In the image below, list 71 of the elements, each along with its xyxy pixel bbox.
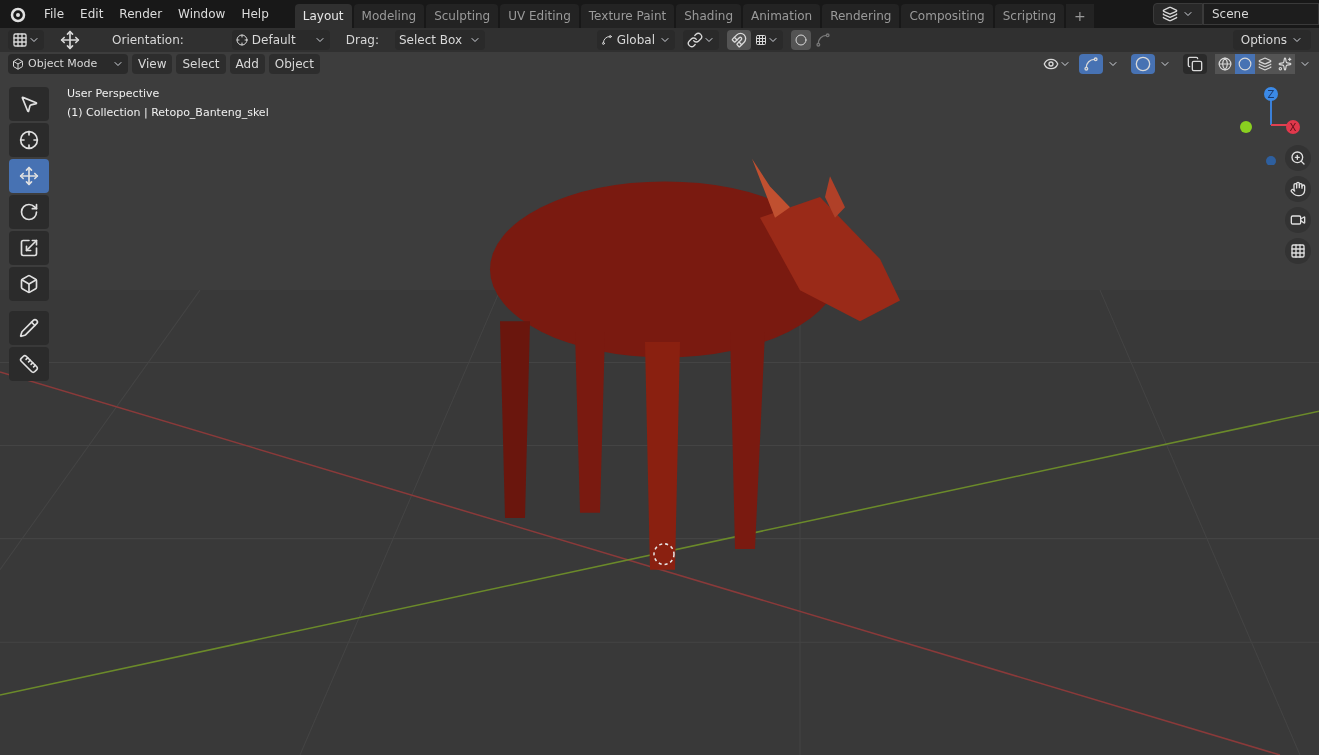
annotate-icon [19, 318, 39, 338]
workspace-tab[interactable]: Rendering [822, 4, 900, 28]
rotate-icon [19, 202, 39, 222]
move-icon [19, 166, 39, 186]
rendered-shading-icon [1278, 57, 1292, 71]
xray-toggle[interactable] [1183, 54, 1207, 74]
menu-item[interactable]: Help [235, 5, 275, 23]
view-name: User Perspective [67, 86, 161, 102]
workspace-tab[interactable]: Texture Paint [580, 4, 675, 28]
move-icon[interactable] [60, 30, 80, 50]
workspace-tab[interactable]: Modeling [353, 4, 425, 28]
workspace-tab[interactable]: Animation [743, 4, 821, 28]
select-icon [19, 94, 39, 114]
options-dropdown[interactable]: Options [1232, 30, 1311, 50]
pivot-icon [235, 34, 248, 46]
cursor-icon [19, 130, 39, 150]
falloff-icon [815, 32, 831, 48]
shading-button[interactable] [1275, 54, 1295, 74]
tool-button[interactable] [9, 123, 49, 157]
workspace-tab[interactable]: Compositing [901, 4, 993, 28]
xray-icon [1187, 56, 1203, 72]
tool-button[interactable] [9, 347, 49, 381]
drag-label: Drag: [345, 32, 379, 49]
orientation-label: Orientation: [112, 32, 184, 49]
workspace-tab[interactable]: Sculpting [426, 4, 499, 28]
header-menu[interactable]: Add [229, 54, 265, 74]
tool-button[interactable] [9, 87, 49, 121]
tool-button[interactable] [9, 311, 49, 345]
link-icon [687, 32, 703, 48]
workspace-tab[interactable]: UV Editing [500, 4, 579, 28]
tool-button[interactable] [9, 195, 49, 229]
solid-shading-icon [1238, 57, 1252, 71]
wireframe-shading-icon [1218, 57, 1232, 71]
shading-button[interactable] [1235, 54, 1255, 74]
object-mode-icon [12, 58, 24, 70]
measure-icon [19, 354, 39, 374]
gizmo-toggle[interactable] [1079, 54, 1103, 74]
orientation-dropdown[interactable]: Default [231, 30, 330, 50]
header-menu[interactable]: Select [176, 54, 226, 74]
scene-icon [1162, 6, 1178, 22]
tool-button[interactable] [9, 231, 49, 265]
menu-item[interactable]: File [38, 5, 71, 23]
add-workspace-button[interactable]: + [1066, 4, 1094, 28]
header-menu[interactable]: Object [268, 54, 320, 74]
magnet-icon [731, 32, 747, 48]
pivot-dropdown[interactable] [683, 30, 719, 50]
drag-dropdown[interactable]: Select Box [395, 30, 485, 50]
overlay-toggle[interactable] [1131, 54, 1155, 74]
header-menu[interactable]: View [132, 54, 173, 74]
shading-button[interactable] [1255, 54, 1275, 74]
shading-button[interactable] [1215, 54, 1235, 74]
proportional-icon [795, 34, 807, 46]
scale-icon [19, 238, 39, 258]
object-info: (1) Collection | Retopo_Banteng_skel [67, 104, 269, 121]
workspace-tab[interactable]: Scripting [994, 4, 1065, 28]
tool-select-dropdown[interactable] [8, 30, 44, 50]
menu-item[interactable]: Window [172, 5, 232, 23]
snap-dropdown[interactable] [751, 30, 783, 50]
mode-dropdown[interactable]: Object Mode [8, 54, 128, 74]
scene-field[interactable]: Scene [1203, 3, 1319, 25]
menu-item[interactable]: Edit [74, 5, 110, 23]
snap-toggle[interactable] [727, 30, 751, 50]
workspace-tab[interactable]: Shading [676, 4, 741, 28]
menu-item[interactable]: Render [113, 5, 169, 23]
workspace-tab[interactable]: Layout [294, 4, 352, 28]
scene-selector[interactable] [1153, 3, 1203, 25]
proportional-toggle[interactable] [791, 30, 811, 50]
tool-button[interactable] [9, 267, 49, 301]
eye-icon [1043, 56, 1059, 72]
transform-orientation-dropdown[interactable]: Global [597, 30, 675, 50]
logo-icon[interactable] [8, 5, 26, 23]
